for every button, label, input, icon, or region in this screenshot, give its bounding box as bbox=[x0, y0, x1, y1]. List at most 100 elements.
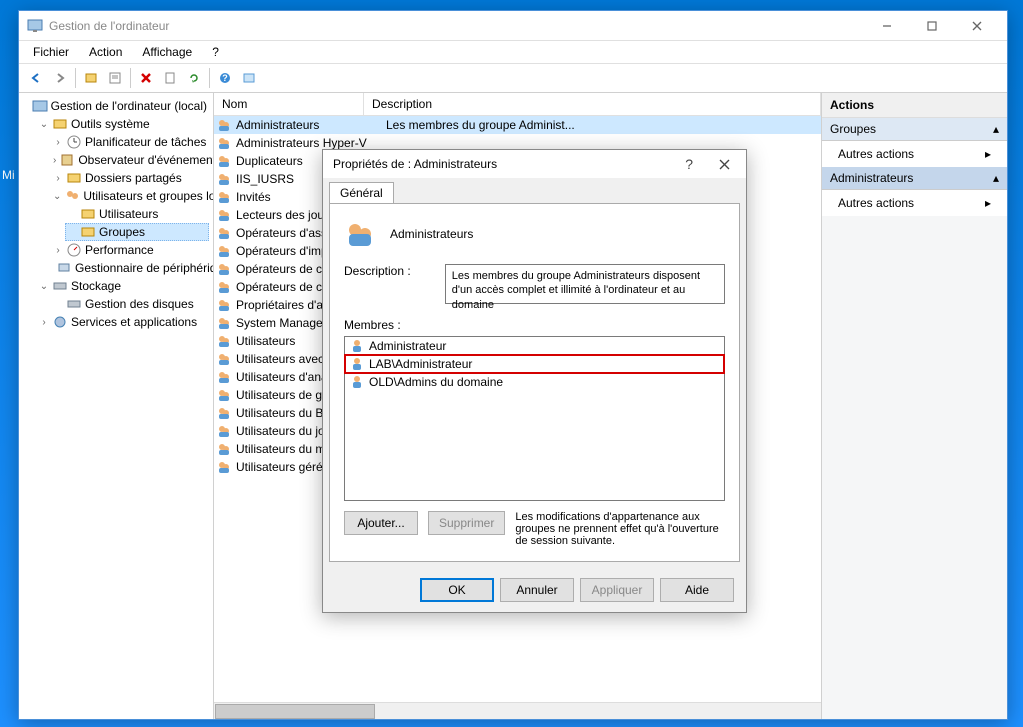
horizontal-scrollbar[interactable] bbox=[214, 702, 821, 719]
actions-section-label: Groupes bbox=[830, 122, 876, 136]
list-row-desc: Les membres du groupe Administ... bbox=[386, 118, 819, 132]
dialog-titlebar: Propriétés de : Administrateurs ? bbox=[323, 150, 746, 178]
tree-label: Gestion des disques bbox=[85, 297, 194, 311]
titlebar: Gestion de l'ordinateur bbox=[19, 11, 1007, 41]
separator bbox=[75, 68, 76, 88]
tree-users[interactable]: Utilisateurs bbox=[65, 205, 209, 223]
tree-groups[interactable]: Groupes bbox=[65, 223, 209, 241]
window-title: Gestion de l'ordinateur bbox=[49, 19, 169, 33]
menu-help[interactable]: ? bbox=[204, 43, 227, 61]
chevron-right-icon: ▸ bbox=[985, 147, 991, 161]
list-header: Nom Description bbox=[214, 93, 821, 116]
menu-view[interactable]: Affichage bbox=[134, 43, 200, 61]
tree-disk-management[interactable]: Gestion des disques bbox=[51, 295, 209, 313]
member-row[interactable]: LAB\Administrateur bbox=[344, 354, 725, 374]
forward-button[interactable] bbox=[49, 67, 71, 89]
group-icon bbox=[216, 351, 232, 367]
column-name[interactable]: Nom bbox=[214, 93, 364, 115]
description-field[interactable]: Les membres du groupe Administrateurs di… bbox=[445, 264, 725, 304]
tree-users-groups[interactable]: ⌄Utilisateurs et groupes locaux bbox=[51, 187, 209, 205]
menu-file[interactable]: Fichier bbox=[25, 43, 77, 61]
group-name: Administrateurs bbox=[390, 227, 473, 241]
menu-action[interactable]: Action bbox=[81, 43, 130, 61]
ok-button[interactable]: OK bbox=[420, 578, 494, 602]
maximize-button[interactable] bbox=[909, 11, 954, 40]
member-name: LAB\Administrateur bbox=[369, 357, 472, 371]
properties-dialog: Propriétés de : Administrateurs ? Généra… bbox=[322, 149, 747, 613]
background-label: Mi bbox=[2, 168, 15, 182]
member-name: Administrateur bbox=[369, 339, 446, 353]
tree-label: Planificateur de tâches bbox=[85, 135, 206, 149]
back-button[interactable] bbox=[25, 67, 47, 89]
tree-label: Dossiers partagés bbox=[85, 171, 182, 185]
help-button[interactable]: ? bbox=[214, 67, 236, 89]
tree-device-manager[interactable]: Gestionnaire de périphériques bbox=[51, 259, 209, 277]
group-icon bbox=[216, 459, 232, 475]
column-description[interactable]: Description bbox=[364, 93, 821, 115]
actions-pane: Actions Groupes▴ Autres actions▸ Adminis… bbox=[822, 93, 1007, 719]
group-icon bbox=[216, 117, 232, 133]
minimize-button[interactable] bbox=[864, 11, 909, 40]
scroll-thumb[interactable] bbox=[215, 704, 375, 719]
cancel-button[interactable]: Annuler bbox=[500, 578, 574, 602]
group-icon bbox=[216, 405, 232, 421]
tree-system-tools[interactable]: ⌄Outils système bbox=[37, 115, 209, 133]
toolbar: ? bbox=[19, 64, 1007, 93]
tree-performance[interactable]: ›Performance bbox=[51, 241, 209, 259]
group-icon bbox=[216, 153, 232, 169]
copy-button[interactable] bbox=[159, 67, 181, 89]
tree-services[interactable]: ›Services et applications bbox=[37, 313, 209, 331]
membership-note: Les modifications d'appartenance aux gro… bbox=[515, 511, 725, 547]
view-button[interactable] bbox=[238, 67, 260, 89]
tree-storage[interactable]: ⌄Stockage bbox=[37, 277, 209, 295]
dialog-help-icon[interactable]: ? bbox=[685, 156, 693, 172]
group-icon bbox=[216, 441, 232, 457]
members-list[interactable]: Administrateur LAB\Administrateur OLD\Admi… bbox=[344, 336, 725, 501]
list-row-name: Administrateurs Hyper-V bbox=[236, 136, 382, 150]
actions-section-label: Administrateurs bbox=[830, 171, 913, 185]
user-icon bbox=[349, 374, 365, 390]
group-icon bbox=[216, 207, 232, 223]
apply-button[interactable]: Appliquer bbox=[580, 578, 654, 602]
actions-other-groups[interactable]: Autres actions▸ bbox=[822, 141, 1007, 167]
dialog-title: Propriétés de : Administrateurs bbox=[333, 157, 497, 171]
tree-scheduler[interactable]: ›Planificateur de tâches bbox=[51, 133, 209, 151]
tab-general[interactable]: Général bbox=[329, 182, 394, 203]
actions-section-groups[interactable]: Groupes▴ bbox=[822, 118, 1007, 141]
group-icon bbox=[216, 243, 232, 259]
chevron-right-icon: ▸ bbox=[985, 196, 991, 210]
member-row[interactable]: OLD\Admins du domaine bbox=[345, 373, 724, 391]
remove-button[interactable]: Supprimer bbox=[428, 511, 505, 535]
computer-management-window: Gestion de l'ordinateur Fichier Action A… bbox=[18, 10, 1008, 720]
tree-event-viewer[interactable]: ›Observateur d'événements bbox=[51, 151, 209, 169]
up-button[interactable] bbox=[80, 67, 102, 89]
group-icon bbox=[216, 135, 232, 151]
delete-button[interactable] bbox=[135, 67, 157, 89]
tree-label: Groupes bbox=[99, 225, 145, 239]
tree-label: Utilisateurs bbox=[99, 207, 158, 221]
actions-section-item[interactable]: Administrateurs▴ bbox=[822, 167, 1007, 190]
tab-strip: Général bbox=[323, 178, 746, 203]
actions-header: Actions bbox=[822, 93, 1007, 118]
list-row-name: Administrateurs bbox=[236, 118, 382, 132]
add-button[interactable]: Ajouter... bbox=[344, 511, 418, 535]
tree-label: Observateur d'événements bbox=[78, 153, 214, 167]
dialog-buttons: OK Annuler Appliquer Aide bbox=[323, 568, 746, 612]
group-icon bbox=[216, 171, 232, 187]
svg-text:?: ? bbox=[222, 73, 228, 83]
group-icon bbox=[216, 315, 232, 331]
member-name: OLD\Admins du domaine bbox=[369, 375, 503, 389]
help-button[interactable]: Aide bbox=[660, 578, 734, 602]
close-button[interactable] bbox=[954, 11, 999, 40]
tree-root[interactable]: Gestion de l'ordinateur (local) bbox=[23, 97, 209, 115]
group-icon bbox=[216, 297, 232, 313]
members-label: Membres : bbox=[344, 318, 725, 332]
dialog-close-button[interactable] bbox=[713, 159, 736, 170]
tree-shared-folders[interactable]: ›Dossiers partagés bbox=[51, 169, 209, 187]
member-row[interactable]: Administrateur bbox=[345, 337, 724, 355]
list-row[interactable]: Administrateurs Les membres du groupe Adm… bbox=[214, 116, 821, 134]
refresh-button[interactable] bbox=[183, 67, 205, 89]
user-icon bbox=[349, 356, 365, 372]
actions-other-item[interactable]: Autres actions▸ bbox=[822, 190, 1007, 216]
properties-button[interactable] bbox=[104, 67, 126, 89]
